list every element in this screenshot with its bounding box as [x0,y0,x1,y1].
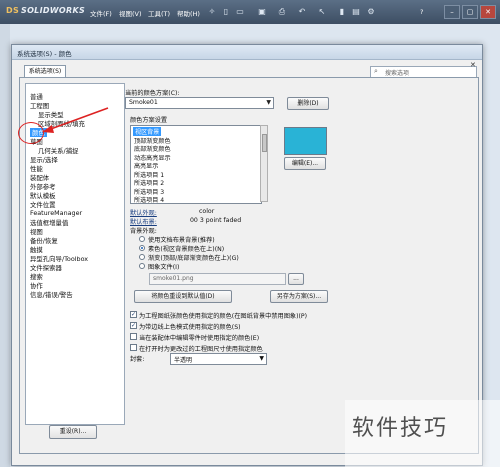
dialog-close-icon[interactable]: ✕ [470,61,478,69]
search-icon: ⌕ [374,67,378,75]
bg-radio-gradient[interactable] [139,254,145,260]
default-appearance-label: 默认外观: [130,210,157,217]
pin-icon[interactable]: ✧ [206,6,218,18]
rebuild-icon[interactable]: ▮ [336,6,348,18]
background-appearance-label: 背景外观: [130,228,157,235]
default-scene-label: 默认布景: [130,219,157,226]
save-as-scheme-button[interactable]: 另存为方案(S)... [270,290,328,303]
tree-item-touch[interactable]: 触摸 [30,245,43,254]
print-icon[interactable]: ⎙ [276,6,288,18]
bg-radio-document-scene[interactable] [139,236,145,242]
app-title-bar: DS SOLIDWORKS 文件(F) 视图(V) 工具(T) 帮助(H) ✧ ▯… [0,0,500,24]
chevron-down-icon: ▼ [266,99,271,106]
tree-item-featuremanager[interactable]: FeatureManager [30,209,82,217]
tree-item-default-templates[interactable]: 默认模板 [30,191,56,200]
bg-option-label: 素色(视区背景颜色在上)(N) [148,246,225,253]
tree-item-external-references[interactable]: 外部参考 [30,182,56,191]
envelope-label: 封套: [130,356,145,363]
tree-item-view[interactable]: 视图 [30,227,43,236]
settings-gear-icon[interactable]: ⚙ [365,6,377,18]
checkbox-label: 为工程图纸张颜色使用指定的颜色(在图纸背景中禁用图象)(P) [139,313,308,320]
tree-item-performance[interactable]: 性能 [30,164,43,173]
current-scheme-label: 当前的颜色方案(C): [125,90,180,97]
graphics-area-strip [0,24,10,467]
chevron-down-icon: ▼ [259,355,264,362]
restore-icon[interactable]: ▢ [462,5,478,19]
tree-item-general[interactable]: 普通 [30,92,43,101]
tree-item-hole-wizard-toolbox[interactable]: 异型孔向导/Toolbox [30,254,88,263]
select-icon[interactable]: ↖ [316,6,328,18]
open-folder-icon[interactable]: ▭ [234,6,246,18]
tree-item-messages-errors-warnings[interactable]: 信息/错误/警告 [30,290,73,299]
color-list-scrollbar[interactable] [260,125,268,202]
options-icon[interactable]: ▤ [350,6,362,18]
checkbox-shaded-edges-color[interactable]: ✓ [130,322,137,329]
color-scheme-value: Smoke01 [129,99,158,106]
tree-item-search[interactable]: 搜索 [30,272,43,281]
checkbox-label: 当在装配体中编辑零件时使用指定的颜色(E) [139,335,260,342]
image-file-value: smoke01.png [153,275,194,282]
reset-button[interactable]: 重设(R)... [49,425,97,439]
color-swatch [284,127,327,155]
bg-radio-image-file[interactable] [139,263,145,269]
watermark-text: 软件技巧 [352,416,449,441]
tree-item-drawings[interactable]: 工程图 [30,101,49,110]
tree-item-display-style[interactable]: 显示类型 [38,110,64,119]
save-icon[interactable]: ▣ [256,6,268,18]
dialog-title: 系统选项(S) - 颜色 [17,50,72,58]
tree-item-file-locations[interactable]: 文件位置 [30,200,56,209]
solidworks-logo: DS SOLIDWORKS [6,6,86,15]
envelope-value: 半透明 [174,357,193,364]
color-scheme-select[interactable]: Smoke01 ▼ [125,97,274,109]
checkbox-drawing-paper-color[interactable]: ✓ [130,311,137,318]
tree-item-file-explorer[interactable]: 文件探索器 [30,263,62,272]
delete-scheme-button[interactable]: 删除(D) [287,97,329,110]
checkbox-assembly-edit-color[interactable] [130,333,137,340]
default-scene-value: 00 3 point faded [190,217,242,224]
minimize-icon[interactable]: – [444,5,460,19]
edit-color-button[interactable]: 编辑(E)... [284,157,326,170]
color-settings-list[interactable]: 视区背景 顶部渐变颜色 底部渐变颜色 动态高亮显示 高亮显示 所选项目 1 所选… [130,125,262,204]
default-appearance-value: color [199,208,215,215]
checkbox-changed-dimensions-color[interactable] [130,344,137,351]
scrollbar-thumb[interactable] [262,134,267,152]
highlight-circle [18,122,44,144]
search-placeholder: 搜索选项 [385,70,410,77]
bg-radio-plain[interactable] [139,245,145,251]
tree-item-relations-snaps[interactable]: 几何关系/捕捉 [38,146,79,155]
bg-option-label: 图象文件(I) [148,264,180,271]
tree-item-spin-increments[interactable]: 选值框增量值 [30,218,68,227]
new-document-icon[interactable]: ▯ [220,6,232,18]
list-item[interactable]: 所选项目 4 [134,195,164,203]
tree-item-collaboration[interactable]: 协作 [30,281,43,290]
menu-help[interactable]: 帮助(H) [177,8,200,18]
checkbox-label: 为带边线上色模式使用指定的颜色(S) [139,324,241,331]
image-file-input[interactable]: smoke01.png [149,273,286,285]
browse-button[interactable]: ... [288,273,304,285]
menu-file[interactable]: 文件(F) [90,8,112,18]
tree-item-hatch-fill[interactable]: 区域剖面线/填充 [38,119,85,128]
tree-item-assemblies[interactable]: 装配体 [30,173,49,182]
undo-icon[interactable]: ↶ [296,6,308,18]
close-icon[interactable]: ✕ [480,5,496,19]
tree-item-backup-recover[interactable]: 备份/恢复 [30,236,58,245]
reset-colors-default-button[interactable]: 将颜色重设到默认值(D) [134,290,232,303]
menu-view[interactable]: 视图(V) [119,8,142,18]
scheme-settings-label: 颜色方案设置 [130,117,168,124]
bg-option-label: 使用文档布景背景(推荐) [148,237,215,244]
dialog-title-bar: 系统选项(S) - 颜色 [12,45,482,60]
envelope-select[interactable]: 半透明 ▼ [170,353,267,365]
checkbox-label: 在打开时为更改过的工程图尺寸使用指定颜色 [139,346,263,353]
tree-item-display-selection[interactable]: 显示/选择 [30,155,58,164]
help-question-icon[interactable]: ? [420,8,423,16]
bg-option-label: 渐变(顶部/底部渐变颜色在上)(G) [148,255,239,262]
menu-tools[interactable]: 工具(T) [148,8,170,18]
